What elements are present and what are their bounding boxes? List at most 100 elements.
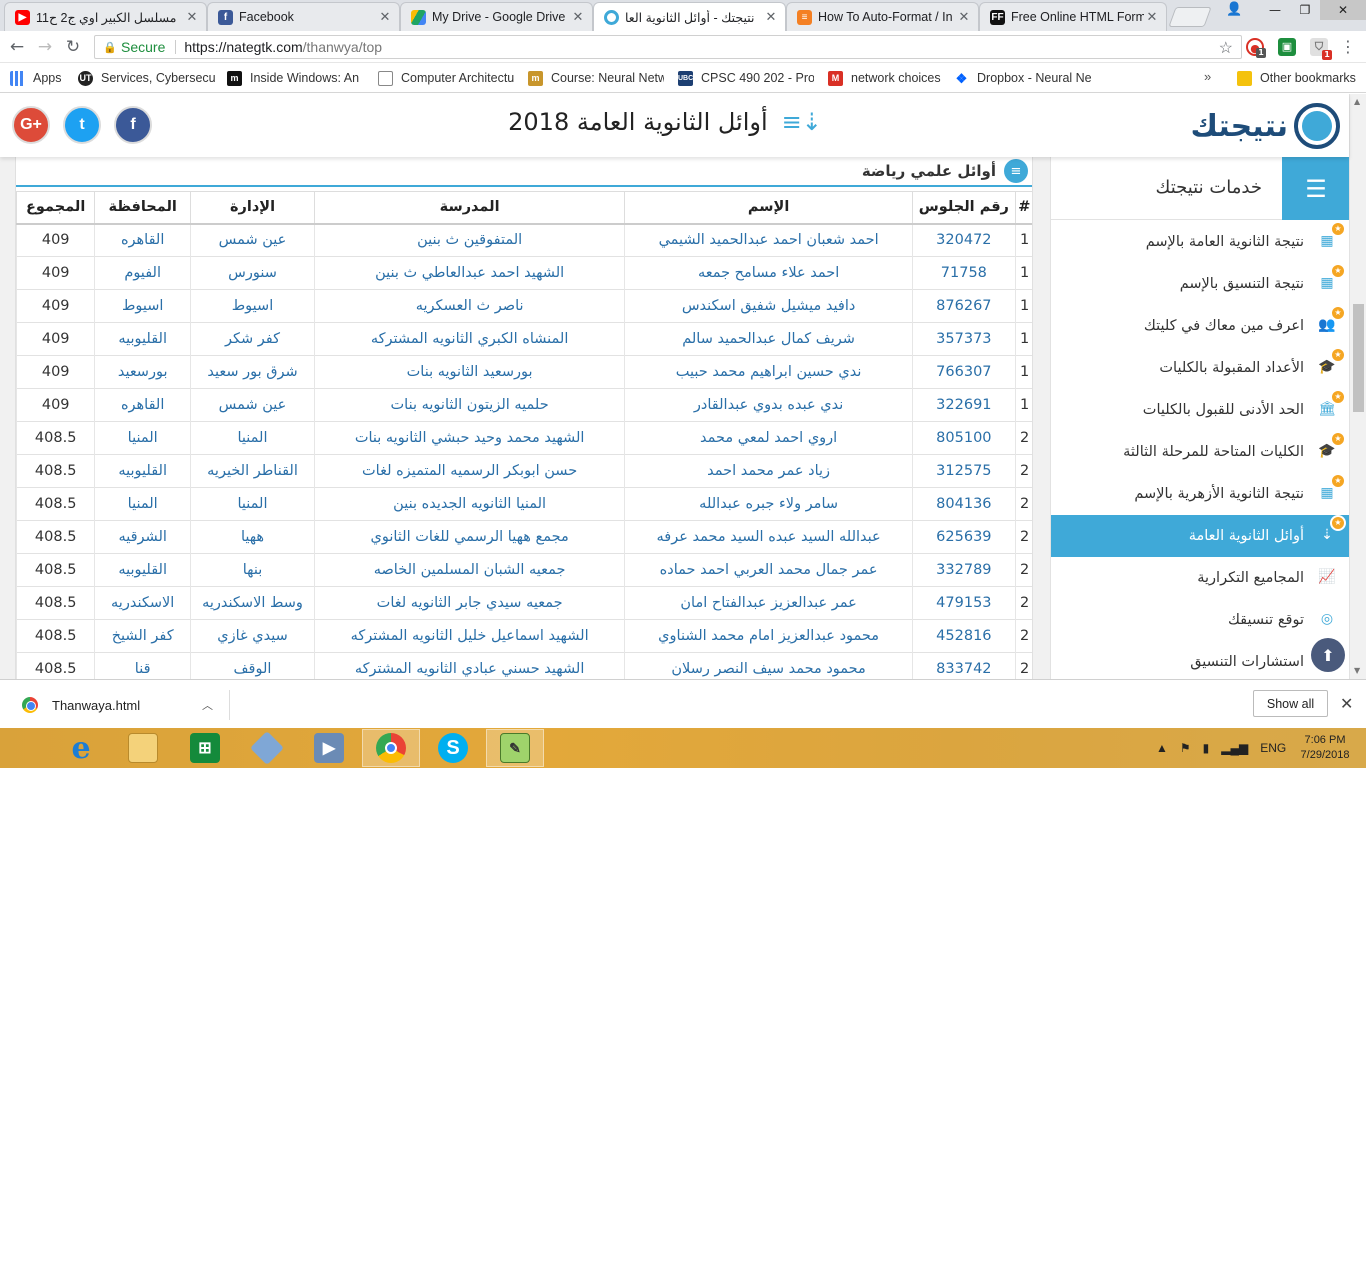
signal-icon[interactable]: ▂▄▆	[1221, 741, 1248, 755]
download-item[interactable]: Thanwaya.html ︿	[10, 690, 230, 720]
chevron-up-icon[interactable]: ▲	[1156, 741, 1168, 755]
close-icon[interactable]: ✕	[1144, 9, 1160, 25]
logo-text: نتيجتك	[1190, 108, 1288, 144]
star-badge-icon: ★	[1330, 347, 1346, 363]
governorate-cell: المنيا	[94, 487, 191, 521]
scrollbar-thumb[interactable]	[1353, 304, 1364, 412]
close-icon[interactable]: ✕	[763, 9, 779, 25]
address-bar[interactable]: 🔒 Secure https://nategtk.com /thanwya/to…	[94, 35, 1242, 59]
back-icon[interactable]: ←	[6, 36, 28, 58]
windows-start-icon[interactable]	[0, 729, 50, 767]
bookmark-network-choices[interactable]: M network choices	[828, 70, 948, 86]
site-logo[interactable]: نتيجتك	[1180, 100, 1340, 152]
sidebar-item[interactable]: ⇣ ★ أوائل الثانوية العامة	[1051, 515, 1350, 557]
tab-youtube[interactable]: ▶ مسلسل الكبير اوي ج2 ح11 ✕	[4, 2, 207, 31]
browser-toolbar: ← → ↻ 🔒 Secure https://nategtk.com /than…	[0, 31, 1366, 63]
sidebar-item[interactable]: 📈 المجاميع التكرارية	[1051, 557, 1350, 599]
bookmark-apps[interactable]: Apps	[10, 70, 70, 86]
tab-natega-active[interactable]: نتيجتك - أوائل الثانوية العا ✕	[593, 2, 786, 31]
sidebar-item-label: الحد الأدنى للقبول بالكليات	[1142, 402, 1304, 418]
battery-icon[interactable]: ▮	[1203, 741, 1210, 755]
reload-icon[interactable]: ↻	[62, 36, 84, 58]
sidebar-item[interactable]: ▦ ★ نتيجة الثانوية العامة بالإسم	[1051, 221, 1350, 263]
sidebar-item[interactable]: 🎓 ★ الأعداد المقبولة بالكليات	[1051, 347, 1350, 389]
bookmark-star-icon[interactable]: ☆	[1219, 38, 1233, 58]
flag-icon[interactable]: ⚑	[1180, 741, 1191, 755]
column-header: المجموع	[16, 191, 96, 225]
internet-explorer-icon[interactable]: e	[52, 729, 110, 767]
tab-html-formatter[interactable]: FF Free Online HTML Format ✕	[979, 2, 1167, 31]
bookmark-neural-networks[interactable]: m Course: Neural Netw	[528, 70, 664, 86]
new-tab-button[interactable]	[1168, 7, 1212, 27]
sidebar-item[interactable]: 💬استشارات التنسيق	[1051, 641, 1350, 679]
sidebar-item[interactable]: ◎ توقع تنسيقك	[1051, 599, 1350, 641]
sidebar-item[interactable]: 👥 ★ اعرف مين معاك في كليتك	[1051, 305, 1350, 347]
restore-icon[interactable]: ❐	[1290, 0, 1320, 20]
language-indicator[interactable]: ENG	[1260, 741, 1286, 755]
file-explorer-icon[interactable]	[114, 729, 172, 767]
scroll-down-arrow-icon[interactable]: ▼	[1354, 666, 1360, 675]
extension-shield-icon[interactable]: ⛉ 1	[1310, 38, 1332, 60]
chrome-icon	[22, 697, 38, 713]
profile-icon[interactable]: 👤	[1226, 2, 1242, 18]
sidebar-item[interactable]: ▦ ★ نتيجة التنسيق بالإسم	[1051, 263, 1350, 305]
other-bookmarks[interactable]: Other bookmarks	[1237, 70, 1356, 86]
star-badge-icon: ★	[1330, 221, 1346, 237]
clock[interactable]: 7:06 PM 7/29/2018	[1292, 733, 1358, 763]
administration-cell: عين شمس	[189, 223, 315, 257]
bookmark-dropbox[interactable]: ❖ Dropbox - Neural Ne	[954, 70, 1092, 86]
bookmark-ut[interactable]: UT Services, Cybersecuri	[78, 70, 216, 86]
bookmark-cpsc[interactable]: UBC CPSC 490 202 - Prob	[678, 70, 814, 86]
sidebar-item[interactable]: 🏛 ★ الحد الأدنى للقبول بالكليات	[1051, 389, 1350, 431]
forward-icon[interactable]: →	[34, 36, 56, 58]
column-header: الإسم	[624, 191, 913, 225]
chevron-up-icon[interactable]: ︿	[202, 697, 213, 713]
tab-stackoverflow[interactable]: ≡ How To Auto-Format / In ✕	[786, 2, 979, 31]
chrome-icon[interactable]	[362, 729, 420, 767]
sidebar-item[interactable]: ▦ ★ نتيجة الثانوية الأزهرية بالإسم	[1051, 473, 1350, 515]
bookmark-label: network choices	[851, 71, 941, 85]
scroll-to-top-icon[interactable]: ⬆	[1311, 638, 1345, 672]
extension-adblock-icon[interactable]: ● 1	[1246, 38, 1266, 58]
bookmark-inside-windows[interactable]: m Inside Windows: An	[227, 70, 362, 86]
minimize-icon[interactable]: —	[1260, 0, 1290, 20]
bookmarks-overflow-button[interactable]: »	[1204, 69, 1211, 84]
rank-cell: 2	[1014, 619, 1032, 653]
close-icon[interactable]: ✕	[377, 9, 393, 25]
close-icon[interactable]: ✕	[184, 9, 200, 25]
download-file-name: Thanwaya.html	[52, 697, 141, 713]
school-cell: ناصر ث العسكريه	[314, 289, 625, 323]
close-icon[interactable]: ✕	[570, 9, 586, 25]
administration-cell: المنيا	[189, 487, 315, 521]
extension-green-icon[interactable]: ▣	[1278, 38, 1296, 56]
close-icon[interactable]: ✕	[1340, 694, 1353, 714]
tab-google-drive[interactable]: My Drive - Google Drive ✕	[400, 2, 593, 31]
bookmark-computer-architecture[interactable]: Computer Architectu	[378, 70, 516, 86]
section-title: أوائل علمي رياضة	[861, 162, 996, 180]
twitter-icon[interactable]: t	[63, 106, 101, 144]
bookmark-label: Apps	[33, 71, 62, 85]
store-icon[interactable]: ⊞	[176, 729, 234, 767]
hamburger-menu-icon[interactable]: ☰	[1282, 157, 1350, 220]
close-window-icon[interactable]: ✕	[1320, 0, 1366, 20]
google-plus-icon[interactable]: G+	[12, 106, 50, 144]
rank-cell: 2	[1014, 520, 1032, 554]
virtualbox-icon[interactable]	[238, 729, 296, 767]
facebook-icon[interactable]: f	[114, 106, 152, 144]
seat-number-cell: 479153	[912, 586, 1016, 620]
media-center-icon[interactable]: ▶	[300, 729, 358, 767]
scroll-up-arrow-icon[interactable]: ▲	[1354, 97, 1360, 106]
star-badge-icon: ★	[1330, 431, 1346, 447]
skype-icon[interactable]: S	[424, 729, 482, 767]
browser-menu-icon[interactable]: ⋮	[1340, 37, 1356, 56]
total-score-cell: 408.5	[16, 586, 95, 620]
page-scrollbar[interactable]: ▲ ▼	[1349, 94, 1366, 679]
show-all-button[interactable]: Show all	[1253, 690, 1328, 717]
notepad-icon[interactable]: ✎	[486, 729, 544, 767]
sidebar-item-label: أوائل الثانوية العامة	[1188, 528, 1304, 544]
table-row: 2 452816 محمود عبدالعزيز امام محمد الشناوي…	[16, 619, 1032, 653]
tab-facebook[interactable]: f Facebook ✕	[207, 2, 400, 31]
close-icon[interactable]: ✕	[956, 9, 972, 25]
sidebar-item[interactable]: 🎓 ★ الكليات المتاحة للمرحلة الثالثة	[1051, 431, 1350, 473]
column-header: رقم الجلوس	[912, 191, 1016, 225]
